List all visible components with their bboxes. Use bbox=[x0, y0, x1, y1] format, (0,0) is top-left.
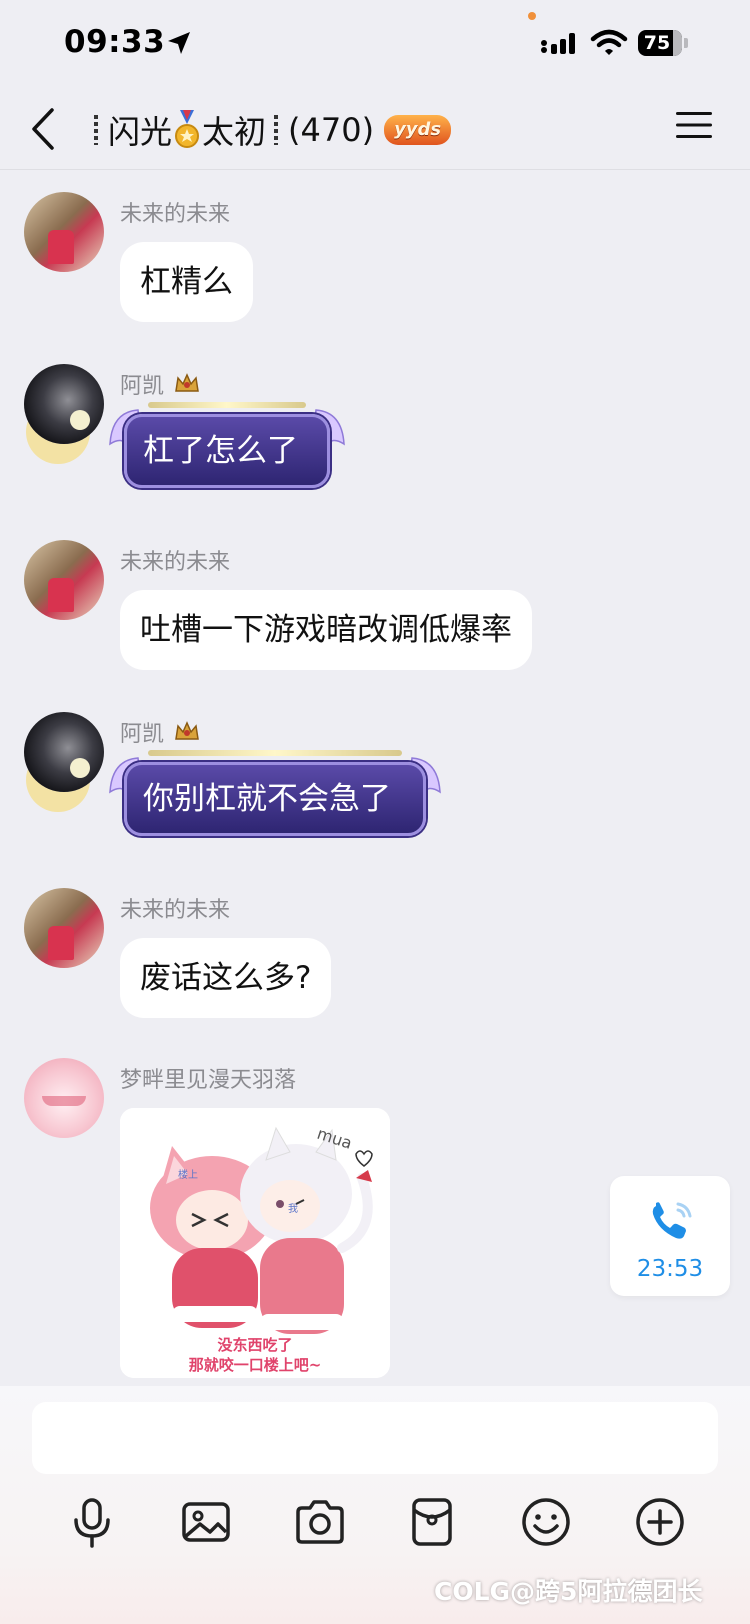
rank-crown-icon bbox=[175, 721, 199, 740]
sender-name-text: 阿凯 bbox=[120, 722, 165, 747]
message-bubble[interactable]: 废话这么多? bbox=[120, 938, 332, 1018]
battery-indicator: 75 bbox=[638, 30, 688, 56]
sticker-image[interactable]: 楼上 我 mua 没东西吃了 那就咬一口楼上吧~ bbox=[120, 1108, 390, 1378]
wifi-icon bbox=[590, 29, 628, 55]
location-arrow-icon bbox=[168, 32, 190, 54]
member-count: (470) bbox=[288, 111, 375, 149]
phone-call-icon bbox=[652, 1202, 692, 1239]
back-chevron-icon[interactable] bbox=[26, 104, 60, 154]
avatar[interactable] bbox=[24, 540, 104, 620]
sender-name: 未来的未来 bbox=[120, 898, 231, 923]
call-duration: 23:53 bbox=[636, 1256, 704, 1282]
bubble-frame-bar bbox=[148, 750, 402, 756]
avatar[interactable] bbox=[24, 712, 104, 792]
sender-name: 未来的未来 bbox=[120, 550, 231, 575]
camera-icon bbox=[296, 1500, 344, 1544]
sticker-tag-left: 楼上 bbox=[178, 1168, 198, 1181]
composer: COLG@跨5阿拉德团长 bbox=[0, 1386, 750, 1624]
status-time: 09:33 bbox=[64, 24, 166, 60]
avatar[interactable] bbox=[24, 364, 104, 444]
avatar[interactable] bbox=[24, 192, 104, 272]
plus-circle-icon bbox=[636, 1498, 684, 1546]
battery-tip bbox=[684, 38, 688, 48]
voice-button[interactable] bbox=[64, 1494, 120, 1550]
message-bubble[interactable]: 吐槽一下游戏暗改调低爆率 bbox=[120, 590, 532, 670]
group-badge: yyds bbox=[384, 115, 452, 145]
status-bar: 09:33 75 bbox=[0, 0, 750, 90]
chat-screen: 09:33 75 闪光 太初 (470) yyds 未来的未来 杠精么 阿凯 杠… bbox=[0, 0, 750, 1624]
group-title[interactable]: 闪光 太初 (470) yyds bbox=[90, 102, 452, 158]
fancy-message-bubble[interactable]: 你别杠就不会急了 bbox=[109, 750, 441, 842]
group-name-part2: 太初 bbox=[202, 113, 267, 151]
privacy-indicator-dot bbox=[528, 12, 536, 20]
rank-crown-icon bbox=[175, 373, 199, 392]
sender-name-text: 阿凯 bbox=[120, 374, 165, 399]
red-packet-button[interactable] bbox=[404, 1494, 460, 1550]
fancy-message-bubble[interactable]: 杠了怎么了 bbox=[109, 402, 345, 494]
sender-name: 阿凯 bbox=[120, 716, 200, 748]
camera-button[interactable] bbox=[292, 1494, 348, 1550]
group-name-part1: 闪光 bbox=[108, 113, 173, 151]
chat-header: 闪光 太初 (470) yyds bbox=[0, 90, 750, 170]
fancy-message-text: 你别杠就不会急了 bbox=[124, 762, 426, 836]
divider-icon bbox=[274, 115, 279, 145]
fancy-message-text: 杠了怎么了 bbox=[124, 414, 330, 488]
watermark: COLG@跨5阿拉德团长 bbox=[434, 1577, 703, 1606]
sender-name: 阿凯 bbox=[120, 368, 200, 400]
sender-name: 未来的未来 bbox=[120, 202, 231, 227]
battery-level: 75 bbox=[643, 32, 671, 54]
sticker-caption-line2: 那就咬一口楼上吧~ bbox=[188, 1356, 322, 1374]
more-button[interactable] bbox=[632, 1494, 688, 1550]
sticker-tag-right: 我 bbox=[288, 1203, 298, 1215]
sender-name: 梦畔里见漫天羽落 bbox=[120, 1068, 297, 1093]
image-button[interactable] bbox=[178, 1494, 234, 1550]
cellular-signal-icon bbox=[541, 33, 575, 54]
divider-icon bbox=[94, 115, 98, 145]
red-packet-icon bbox=[412, 1498, 452, 1546]
menu-icon[interactable] bbox=[676, 110, 712, 140]
image-icon bbox=[182, 1502, 230, 1542]
call-float-card[interactable]: 23:53 bbox=[610, 1176, 730, 1296]
message-bubble[interactable]: 杠精么 bbox=[120, 242, 253, 322]
medal-icon bbox=[175, 110, 200, 148]
avatar[interactable] bbox=[24, 1058, 104, 1138]
emoji-button[interactable] bbox=[518, 1494, 574, 1550]
bubble-frame-bar bbox=[148, 402, 306, 408]
avatar[interactable] bbox=[24, 888, 104, 968]
emoji-smile-icon bbox=[522, 1498, 570, 1546]
message-input[interactable] bbox=[32, 1402, 718, 1474]
microphone-icon bbox=[74, 1498, 110, 1548]
sticker-caption-line1: 没东西吃了 bbox=[217, 1336, 293, 1354]
